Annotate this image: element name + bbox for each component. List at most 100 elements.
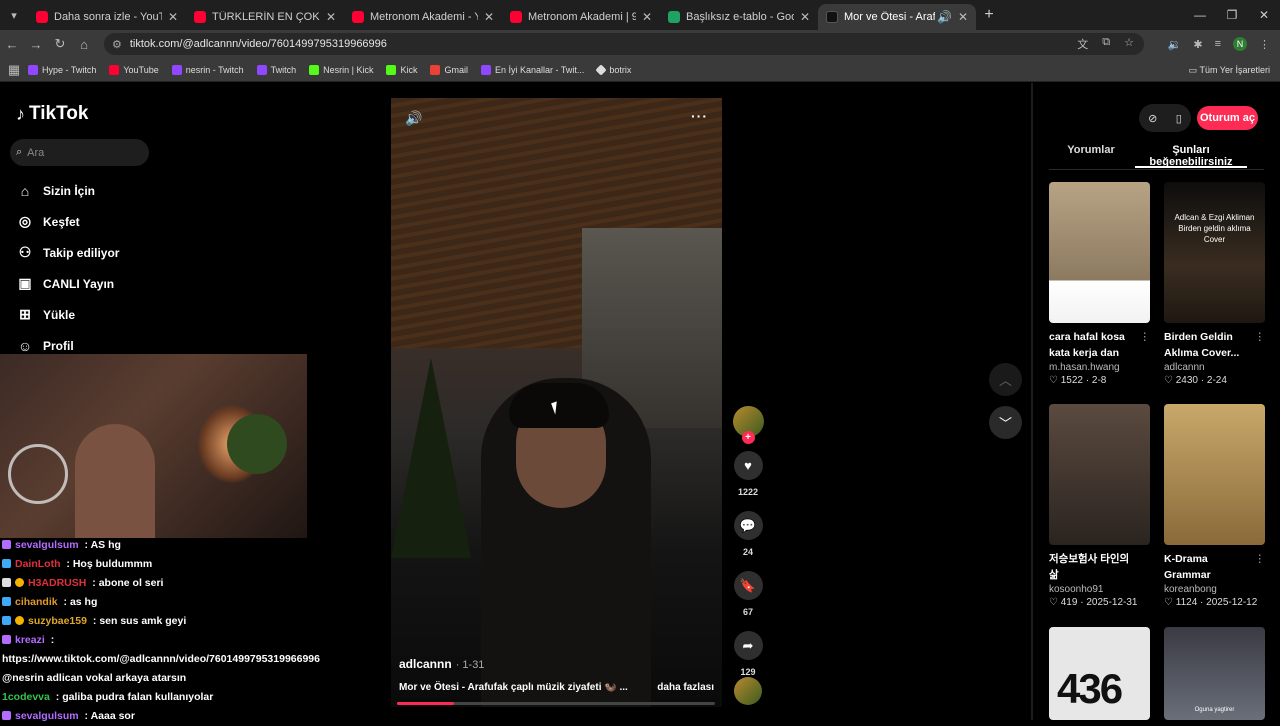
more-link[interactable]: daha fazlası bbox=[657, 682, 714, 693]
chevron-down-icon[interactable]: ﹀ bbox=[989, 406, 1022, 439]
youtube-icon bbox=[109, 64, 120, 75]
menu-item-upload[interactable]: ⊞ Yükle bbox=[16, 299, 119, 330]
browser-tab[interactable]: Metronom Akademi | 9. Bölüm ✕ bbox=[502, 4, 660, 30]
profile-avatar[interactable]: N bbox=[1233, 37, 1247, 51]
site-info-icon[interactable]: ⚙ bbox=[112, 38, 122, 51]
recommended-card[interactable]: Oguna yagtirer bbox=[1164, 627, 1265, 720]
phone-icon[interactable]: ▯ bbox=[1176, 112, 1182, 125]
save-action[interactable]: 🔖 67 bbox=[731, 571, 765, 617]
video-progress-bar[interactable] bbox=[397, 702, 715, 705]
browser-menu-icon[interactable]: ⋮ bbox=[1259, 38, 1270, 51]
bookmark-item[interactable]: botrix bbox=[595, 63, 631, 76]
url-field[interactable]: ⚙ tiktok.com/@adlcannn/video/76014997953… bbox=[104, 33, 1144, 55]
reading-list-icon[interactable]: ≡ bbox=[1215, 38, 1221, 50]
close-window-icon[interactable]: ✕ bbox=[1248, 0, 1280, 30]
thumbnail-text: Oguna yagtirer bbox=[1194, 707, 1235, 713]
bookmark-item[interactable]: Gmail bbox=[430, 64, 468, 75]
heart-icon: ♡ bbox=[1164, 597, 1176, 608]
close-tab-icon[interactable]: ✕ bbox=[958, 10, 968, 24]
menu-item-explore[interactable]: ◎ Keşfet bbox=[16, 206, 119, 237]
compass-icon[interactable]: ⊘ bbox=[1148, 112, 1157, 125]
browser-tab-active[interactable]: Mor ve Ötesi - Araf: Ufak Ç🔊 ✕ bbox=[818, 4, 976, 30]
card-menu-icon[interactable]: ⋮ bbox=[1140, 329, 1151, 345]
bookmark-label: Hype - Twitch bbox=[42, 64, 97, 75]
tab-recommended[interactable]: Şunları beğenebilirsiniz bbox=[1133, 144, 1249, 168]
close-tab-icon[interactable]: ✕ bbox=[800, 10, 810, 24]
bookmark-item[interactable]: Nesrin | Kick bbox=[309, 64, 373, 75]
bookmark-icon[interactable]: 🔖 bbox=[733, 571, 763, 600]
comment-action[interactable]: 💬 24 bbox=[731, 511, 765, 557]
minimize-icon[interactable]: — bbox=[1184, 0, 1216, 30]
bookmark-item[interactable]: Kick bbox=[386, 64, 417, 75]
recommended-card[interactable]: K-Drama Grammar Challenge Day 0... ⋮ kore… bbox=[1164, 404, 1265, 608]
menu-item-live[interactable]: ▣ CANLI Yayın bbox=[16, 268, 119, 299]
install-app-icon[interactable]: ⧉ bbox=[1102, 36, 1110, 52]
card-thumbnail bbox=[1164, 404, 1265, 545]
close-tab-icon[interactable]: ✕ bbox=[168, 10, 178, 24]
bookmark-item[interactable]: Twitch bbox=[256, 64, 296, 75]
search-input[interactable]: ⌕ Ara bbox=[10, 139, 149, 166]
extensions-icon[interactable]: ✱ bbox=[1193, 38, 1202, 51]
back-icon[interactable]: ← bbox=[0, 37, 24, 52]
recommended-card[interactable]: 436 bbox=[1049, 627, 1150, 720]
apps-grid-icon[interactable]: ▦ bbox=[0, 62, 28, 78]
music-disc-icon[interactable] bbox=[734, 677, 762, 705]
share-action[interactable]: ➦ 129 bbox=[731, 631, 765, 677]
browser-tab[interactable]: Başlıksız e-tablo - Google E-Ta ✕ bbox=[660, 4, 818, 30]
more-options-icon[interactable]: ··· bbox=[691, 108, 708, 124]
recommended-card[interactable]: 저승보험사 타인의 삶 kosoonho91 ♡ 419 · 2025-12-3… bbox=[1049, 404, 1150, 608]
card-caption: K-Drama Grammar Challenge Day 0... bbox=[1164, 553, 1211, 581]
maximize-icon[interactable]: ❐ bbox=[1216, 0, 1248, 30]
side-menu: ⌂ Sizin İçin ◎ Keşfet ⚇ Takip ediliyor ▣ CAN… bbox=[16, 175, 120, 361]
speaker-icon[interactable]: 🔊 bbox=[937, 10, 952, 24]
creator-avatar[interactable]: + bbox=[732, 406, 764, 444]
reload-icon[interactable]: ↻ bbox=[48, 36, 72, 52]
close-tab-icon[interactable]: ✕ bbox=[484, 10, 494, 24]
browser-tab[interactable]: TÜRKLERİN EN ÇOK SİNİRLENDİ ✕ bbox=[186, 4, 344, 30]
all-bookmarks[interactable]: ▭ Tüm Yer İşaretleri bbox=[1189, 58, 1270, 82]
close-tab-icon[interactable]: ✕ bbox=[326, 10, 336, 24]
volume-icon[interactable]: 🔊 bbox=[405, 110, 422, 127]
media-icon[interactable]: 🔉 bbox=[1168, 38, 1182, 51]
new-tab-button[interactable]: + bbox=[976, 6, 1002, 24]
recommended-card[interactable]: Adlcan & Ezgi Akliman Birden geldin aklı… bbox=[1164, 182, 1265, 386]
forward-icon[interactable]: → bbox=[24, 37, 48, 52]
card-thumbnail bbox=[1049, 404, 1150, 545]
all-bookmarks-label: Tüm Yer İşaretleri bbox=[1199, 65, 1270, 75]
heart-icon[interactable]: ♥ bbox=[733, 451, 763, 480]
login-button[interactable]: Oturum aç bbox=[1197, 106, 1258, 130]
bookmark-item[interactable]: Hype - Twitch bbox=[28, 64, 97, 75]
bookmark-item[interactable]: YouTube bbox=[109, 64, 159, 75]
browser-tab[interactable]: Metronom Akademi - YouTube ✕ bbox=[344, 4, 502, 30]
browser-tab[interactable]: Daha sonra izle - YouTube ✕ bbox=[28, 4, 186, 30]
video-date: · 1-31 bbox=[455, 659, 485, 671]
comment-icon[interactable]: 💬 bbox=[733, 511, 763, 540]
bookmark-item[interactable]: En İyi Kanallar - Twit... bbox=[481, 64, 584, 75]
menu-item-for-you[interactable]: ⌂ Sizin İçin bbox=[16, 175, 119, 206]
chevron-up-icon[interactable]: ︿ bbox=[989, 363, 1022, 396]
tiktok-logo[interactable]: ♪ TikTok bbox=[16, 103, 88, 125]
follow-plus-icon[interactable]: + bbox=[741, 431, 755, 444]
bookmark-label: Gmail bbox=[444, 64, 468, 75]
video-progress-fill bbox=[397, 702, 455, 705]
recommended-card[interactable]: cara hafal kosa kata kerja dan sif... ⋮ m… bbox=[1049, 182, 1150, 386]
youtube-favicon-icon bbox=[510, 11, 522, 23]
card-menu-icon[interactable]: ⋮ bbox=[1255, 329, 1266, 345]
home-icon[interactable]: ⌂ bbox=[72, 37, 96, 52]
bookmark-item[interactable]: nesrin - Twitch bbox=[171, 64, 244, 75]
card-menu-icon[interactable]: ⋮ bbox=[1255, 551, 1266, 567]
chat-message: https://www.tiktok.com/@adlcannn/video/7… bbox=[2, 650, 382, 669]
bookmark-star-icon[interactable]: ☆ bbox=[1124, 36, 1134, 52]
close-tab-icon[interactable]: ✕ bbox=[642, 10, 652, 24]
card-likes: 1124 bbox=[1175, 597, 1198, 608]
video-username[interactable]: adlcannn bbox=[399, 657, 452, 671]
tab-search-icon[interactable]: ▾ bbox=[0, 0, 28, 30]
translate-icon[interactable]: 文 bbox=[1077, 36, 1088, 52]
like-action[interactable]: ♥ 1222 bbox=[731, 451, 765, 497]
menu-item-following[interactable]: ⚇ Takip ediliyor bbox=[16, 237, 120, 268]
folder-icon: ▭ bbox=[1188, 65, 1200, 75]
tiktok-note-icon: ♪ bbox=[16, 103, 25, 124]
tab-comments[interactable]: Yorumlar bbox=[1049, 144, 1133, 164]
share-icon[interactable]: ➦ bbox=[733, 631, 763, 660]
chat-user: sevalgulsum bbox=[15, 539, 79, 551]
